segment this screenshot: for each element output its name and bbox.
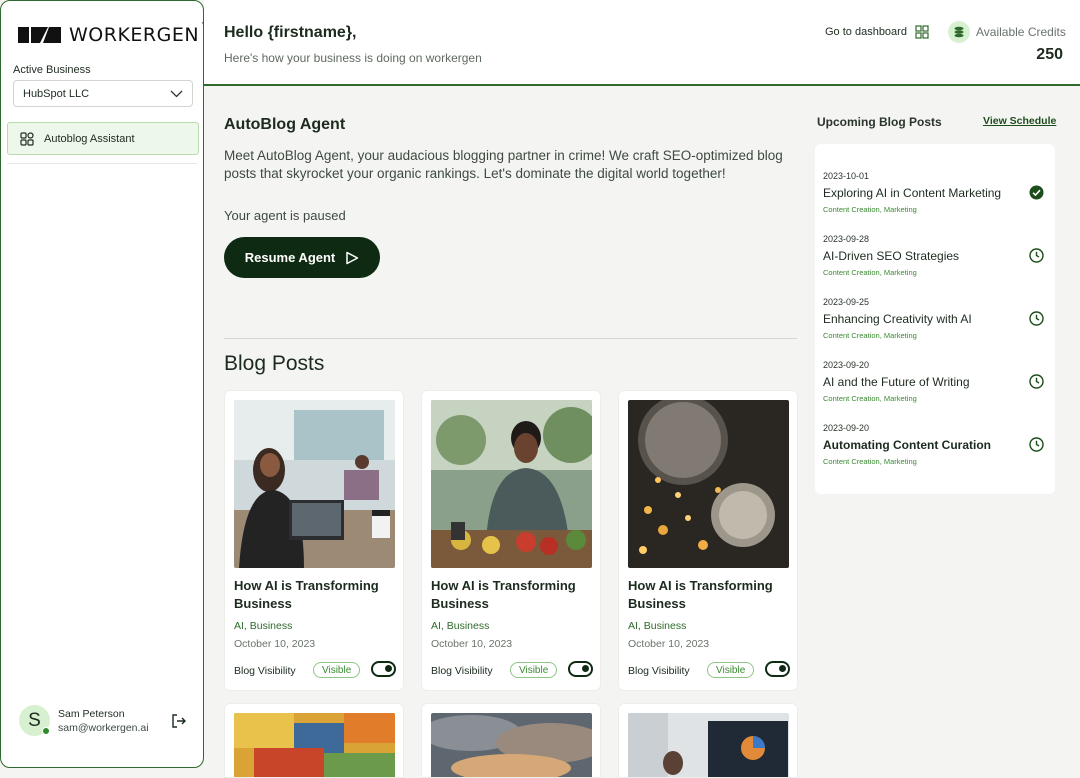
upcoming-date: 2023-09-28 [823, 234, 870, 244]
user-profile: S Sam Peterson sam@workergen.ai [19, 705, 191, 736]
brand-logo[interactable]: WORKERGEN ™ [18, 22, 213, 47]
upcoming-tags: Content Creation, Marketing [823, 205, 917, 214]
blog-visibility-label: Blog Visibility [431, 665, 493, 677]
blog-card-date: October 10, 2023 [234, 638, 316, 650]
workergen-logo-icon [18, 27, 61, 43]
grid-icon [20, 131, 34, 146]
blog-card-tags: AI, Business [628, 620, 687, 632]
upcoming-posts-panel: 2023-10-01 Exploring AI in Content Marke… [815, 144, 1055, 494]
blog-visibility-label: Blog Visibility [234, 665, 296, 677]
analytics-screen-photo [628, 713, 789, 777]
blog-card[interactable] [421, 703, 601, 778]
chevron-down-icon [170, 90, 183, 97]
blog-card[interactable] [618, 703, 798, 778]
blog-card-date: October 10, 2023 [431, 638, 513, 650]
blog-card-title[interactable]: How AI is Transforming Business [628, 577, 793, 613]
upcoming-date: 2023-09-20 [823, 360, 870, 370]
view-schedule-link[interactable]: View Schedule [983, 115, 1056, 127]
blog-card-date: October 10, 2023 [628, 638, 710, 650]
clock-icon [1029, 248, 1044, 263]
upcoming-date: 2023-09-20 [823, 423, 870, 433]
visibility-toggle[interactable] [765, 661, 790, 677]
upcoming-title: Automating Content Curation [823, 438, 991, 452]
logout-icon[interactable] [171, 713, 187, 729]
blog-card[interactable] [224, 703, 404, 778]
go-to-dashboard-link[interactable]: Go to dashboard [825, 25, 929, 39]
dashboard-link-label: Go to dashboard [825, 26, 907, 38]
sidebar: WORKERGEN ™ Active Business HubSpot LLC … [0, 0, 207, 768]
coins-icon [948, 21, 970, 43]
upcoming-tags: Content Creation, Marketing [823, 394, 917, 403]
credits-label: Available Credits [976, 25, 1066, 39]
upcoming-posts-title: Upcoming Blog Posts [817, 115, 942, 129]
section-divider [224, 338, 797, 339]
status-badge: Visible [707, 662, 755, 678]
status-badge: Visible [313, 662, 361, 678]
upcoming-title: Enhancing Creativity with AI [823, 312, 972, 326]
cloudy-sky-photo [431, 713, 592, 777]
top-header: Hello {firstname}, Here's how your busin… [204, 0, 1080, 86]
list-item[interactable]: 2023-10-01 Exploring AI in Content Marke… [823, 171, 1047, 214]
blog-card-tags: AI, Business [431, 620, 490, 632]
active-business-label: Active Business [13, 64, 91, 76]
abstract-painting-photo [234, 713, 395, 777]
avatar-initial: S [28, 709, 41, 731]
upcoming-tags: Content Creation, Marketing [823, 331, 917, 340]
list-item[interactable]: 2023-09-25 Enhancing Creativity with AI … [823, 297, 1047, 340]
blog-card[interactable]: How AI is Transforming Business AI, Busi… [421, 390, 601, 691]
blog-card-tags: AI, Business [234, 620, 293, 632]
blog-posts-title: Blog Posts [224, 352, 325, 375]
visibility-toggle[interactable] [371, 661, 396, 677]
clock-icon [1029, 437, 1044, 452]
business-select-value: HubSpot LLC [23, 87, 90, 100]
upcoming-title: AI-Driven SEO Strategies [823, 249, 960, 263]
blog-card-title[interactable]: How AI is Transforming Business [431, 577, 596, 613]
greeting-title: Hello {firstname}, [224, 24, 357, 41]
clock-icon [1029, 311, 1044, 326]
upcoming-date: 2023-09-25 [823, 297, 870, 307]
visibility-toggle[interactable] [568, 661, 593, 677]
credits-indicator: Available Credits [948, 21, 1066, 43]
blog-card[interactable]: How AI is Transforming Business AI, Busi… [224, 390, 404, 691]
upcoming-tags: Content Creation, Marketing [823, 268, 917, 277]
office-meeting-photo [234, 400, 395, 568]
list-item[interactable]: 2023-09-28 AI-Driven SEO Strategies Cont… [823, 234, 1047, 277]
nav-divider [7, 163, 197, 164]
resume-agent-button[interactable]: Resume Agent [224, 237, 380, 278]
play-icon [346, 251, 359, 264]
user-name: Sam Peterson [58, 707, 125, 720]
clock-icon [1029, 374, 1044, 389]
online-status-dot [42, 727, 50, 735]
sidebar-item-label: Autoblog Assistant [44, 132, 135, 145]
upcoming-title: Exploring AI in Content Marketing [823, 186, 1002, 200]
blog-card-title[interactable]: How AI is Transforming Business [234, 577, 399, 613]
agent-status: Your agent is paused [224, 208, 346, 223]
brand-name: WORKERGEN [69, 24, 200, 46]
blog-card[interactable]: How AI is Transforming Business AI, Busi… [618, 390, 798, 691]
sidebar-item-autoblog-assistant[interactable]: Autoblog Assistant [7, 122, 199, 155]
grid-icon [915, 25, 929, 39]
business-select[interactable]: HubSpot LLC [13, 80, 193, 107]
blog-visibility-label: Blog Visibility [628, 665, 690, 677]
list-item[interactable]: 2023-09-20 AI and the Future of Writing … [823, 360, 1047, 403]
lightbulb-bokeh-photo [628, 400, 789, 568]
credits-value: 250 [1036, 46, 1063, 63]
upcoming-title: AI and the Future of Writing [823, 375, 970, 389]
avatar[interactable]: S [19, 705, 50, 736]
upcoming-date: 2023-10-01 [823, 171, 870, 181]
check-icon [1029, 185, 1044, 200]
greeting-subtitle: Here's how your business is doing on wor… [224, 51, 482, 65]
upcoming-tags: Content Creation, Marketing [823, 457, 917, 466]
market-vendor-photo [431, 400, 592, 568]
agent-title: AutoBlog Agent [224, 116, 346, 133]
user-email: sam@workergen.ai [58, 721, 149, 734]
list-item[interactable]: 2023-09-20 Automating Content Curation C… [823, 423, 1047, 466]
resume-button-label: Resume Agent [244, 250, 336, 265]
agent-description: Meet AutoBlog Agent, your audacious blog… [224, 148, 783, 181]
status-badge: Visible [510, 662, 558, 678]
